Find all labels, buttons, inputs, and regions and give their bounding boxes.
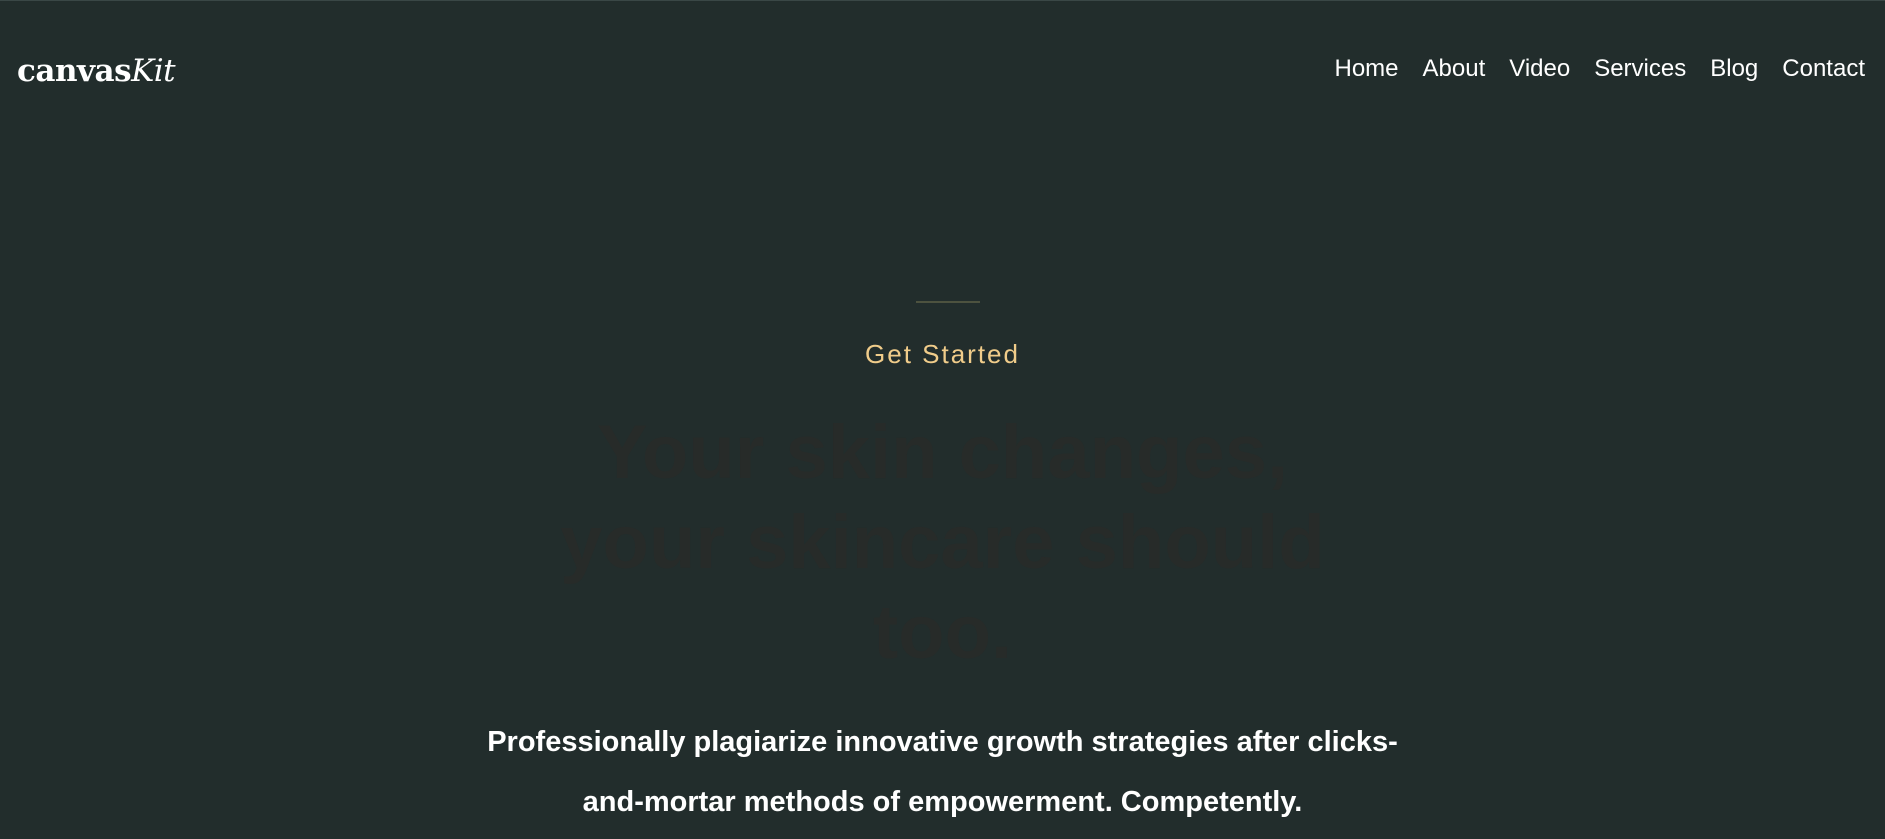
hero-title: Your skin changes, your skincare should … — [560, 408, 1325, 678]
nav-item-video[interactable]: Video — [1497, 50, 1582, 88]
hero-title-line: Your skin changes, — [596, 410, 1289, 495]
main-nav: Home About Video Services Blog Contact — [1323, 50, 1866, 88]
nav-item-services[interactable]: Services — [1582, 50, 1698, 88]
nav-item-about[interactable]: About — [1411, 50, 1498, 88]
nav-item-home[interactable]: Home — [1323, 50, 1411, 88]
hero-subtitle-line: and-mortar methods of empowerment. Compe… — [582, 786, 1303, 818]
hero-subtitle-line: Professionally plagiarize innovative gro… — [487, 726, 1398, 758]
site-header: canvasKit Home About Video Services Blog… — [0, 0, 1885, 140]
logo-wordmark-italic: Kit — [131, 53, 176, 89]
nav-item-contact[interactable]: Contact — [1770, 50, 1865, 88]
hero-title-line: your skincare should — [560, 500, 1325, 585]
hero-title-line: too. — [872, 590, 1013, 675]
hero-subtitle: Professionally plagiarize innovative gro… — [470, 712, 1415, 832]
hero-kicker: Get Started — [865, 339, 1020, 369]
hero-divider — [916, 301, 980, 303]
nav-item-blog[interactable]: Blog — [1698, 50, 1770, 88]
site-logo[interactable]: canvasKit — [17, 48, 176, 94]
logo-wordmark-bold: canvas — [17, 53, 132, 89]
